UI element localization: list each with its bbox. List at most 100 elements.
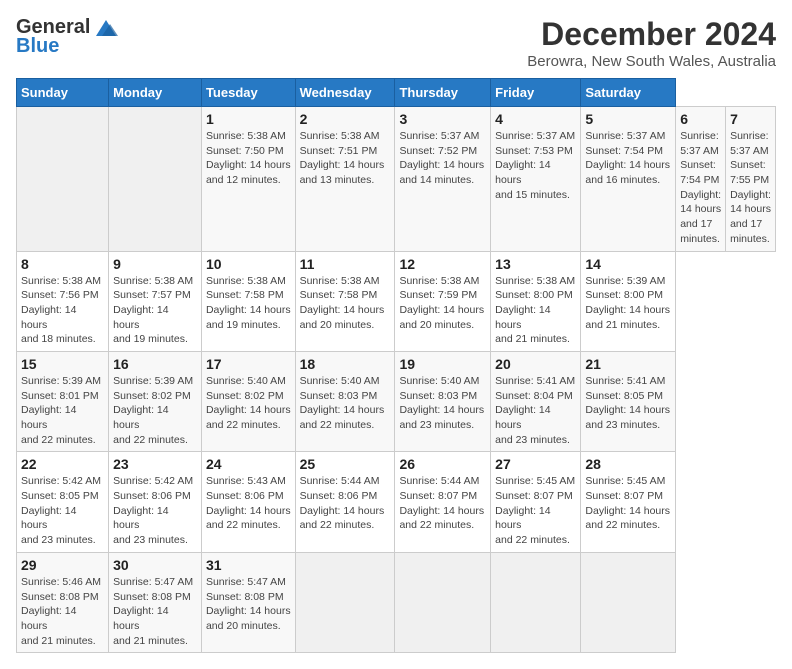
day-info: Sunrise: 5:44 AMSunset: 8:07 PMDaylight:… <box>399 474 486 533</box>
day-info: Sunrise: 5:38 AMSunset: 7:56 PMDaylight:… <box>21 274 104 347</box>
day-number: 12 <box>399 256 486 272</box>
day-info: Sunrise: 5:38 AMSunset: 7:59 PMDaylight:… <box>399 274 486 333</box>
day-number: 1 <box>206 111 291 127</box>
day-number: 7 <box>730 111 771 127</box>
empty-cell <box>17 107 109 252</box>
day-info: Sunrise: 5:42 AMSunset: 8:06 PMDaylight:… <box>113 474 197 547</box>
header: General Blue December 2024 Berowra, New … <box>16 16 776 70</box>
day-info: Sunrise: 5:38 AMSunset: 7:58 PMDaylight:… <box>206 274 291 333</box>
calendar-cell: 4 Sunrise: 5:37 AMSunset: 7:53 PMDayligh… <box>491 107 581 252</box>
month-title: December 2024 <box>527 16 776 53</box>
day-number: 28 <box>585 456 671 472</box>
header-cell-tuesday: Tuesday <box>201 79 295 107</box>
day-info: Sunrise: 5:45 AMSunset: 8:07 PMDaylight:… <box>585 474 671 533</box>
empty-cell <box>109 107 202 252</box>
day-number: 24 <box>206 456 291 472</box>
day-number: 11 <box>300 256 391 272</box>
day-number: 13 <box>495 256 576 272</box>
header-cell-wednesday: Wednesday <box>295 79 395 107</box>
day-info: Sunrise: 5:38 AMSunset: 8:00 PMDaylight:… <box>495 274 576 347</box>
calendar-cell: 17 Sunrise: 5:40 AMSunset: 8:02 PMDaylig… <box>201 351 295 451</box>
day-number: 15 <box>21 356 104 372</box>
header-cell-thursday: Thursday <box>395 79 491 107</box>
day-number: 6 <box>680 111 721 127</box>
day-info: Sunrise: 5:38 AMSunset: 7:51 PMDaylight:… <box>300 129 391 188</box>
calendar-cell: 16 Sunrise: 5:39 AMSunset: 8:02 PMDaylig… <box>109 351 202 451</box>
day-info: Sunrise: 5:43 AMSunset: 8:06 PMDaylight:… <box>206 474 291 533</box>
calendar-cell: 2 Sunrise: 5:38 AMSunset: 7:51 PMDayligh… <box>295 107 395 252</box>
day-info: Sunrise: 5:47 AMSunset: 8:08 PMDaylight:… <box>206 575 291 634</box>
calendar-cell: 19 Sunrise: 5:40 AMSunset: 8:03 PMDaylig… <box>395 351 491 451</box>
header-cell-saturday: Saturday <box>581 79 676 107</box>
day-info: Sunrise: 5:39 AMSunset: 8:01 PMDaylight:… <box>21 374 104 447</box>
day-info: Sunrise: 5:41 AMSunset: 8:05 PMDaylight:… <box>585 374 671 433</box>
calendar-cell: 30 Sunrise: 5:47 AMSunset: 8:08 PMDaylig… <box>109 552 202 652</box>
day-info: Sunrise: 5:38 AMSunset: 7:58 PMDaylight:… <box>300 274 391 333</box>
calendar-cell: 29 Sunrise: 5:46 AMSunset: 8:08 PMDaylig… <box>17 552 109 652</box>
week-row-5: 29 Sunrise: 5:46 AMSunset: 8:08 PMDaylig… <box>17 552 776 652</box>
calendar-cell: 15 Sunrise: 5:39 AMSunset: 8:01 PMDaylig… <box>17 351 109 451</box>
day-number: 8 <box>21 256 104 272</box>
header-cell-friday: Friday <box>491 79 581 107</box>
calendar-cell <box>395 552 491 652</box>
calendar-cell: 31 Sunrise: 5:47 AMSunset: 8:08 PMDaylig… <box>201 552 295 652</box>
calendar-cell: 26 Sunrise: 5:44 AMSunset: 8:07 PMDaylig… <box>395 452 491 552</box>
calendar-cell: 5 Sunrise: 5:37 AMSunset: 7:54 PMDayligh… <box>581 107 676 252</box>
calendar-cell <box>295 552 395 652</box>
calendar-cell: 20 Sunrise: 5:41 AMSunset: 8:04 PMDaylig… <box>491 351 581 451</box>
day-info: Sunrise: 5:40 AMSunset: 8:03 PMDaylight:… <box>300 374 391 433</box>
calendar-cell: 14 Sunrise: 5:39 AMSunset: 8:00 PMDaylig… <box>581 251 676 351</box>
calendar-cell: 1 Sunrise: 5:38 AMSunset: 7:50 PMDayligh… <box>201 107 295 252</box>
day-info: Sunrise: 5:39 AMSunset: 8:02 PMDaylight:… <box>113 374 197 447</box>
header-row: SundayMondayTuesdayWednesdayThursdayFrid… <box>17 79 776 107</box>
location-title: Berowra, New South Wales, Australia <box>527 53 776 70</box>
calendar-cell: 27 Sunrise: 5:45 AMSunset: 8:07 PMDaylig… <box>491 452 581 552</box>
day-info: Sunrise: 5:39 AMSunset: 8:00 PMDaylight:… <box>585 274 671 333</box>
calendar-cell: 11 Sunrise: 5:38 AMSunset: 7:58 PMDaylig… <box>295 251 395 351</box>
day-info: Sunrise: 5:38 AMSunset: 7:50 PMDaylight:… <box>206 129 291 188</box>
calendar-cell: 24 Sunrise: 5:43 AMSunset: 8:06 PMDaylig… <box>201 452 295 552</box>
week-row-1: 1 Sunrise: 5:38 AMSunset: 7:50 PMDayligh… <box>17 107 776 252</box>
calendar-cell <box>581 552 676 652</box>
day-info: Sunrise: 5:42 AMSunset: 8:05 PMDaylight:… <box>21 474 104 547</box>
logo: General Blue <box>16 16 120 58</box>
day-number: 23 <box>113 456 197 472</box>
day-number: 18 <box>300 356 391 372</box>
calendar-body: 1 Sunrise: 5:38 AMSunset: 7:50 PMDayligh… <box>17 107 776 653</box>
calendar-cell: 9 Sunrise: 5:38 AMSunset: 7:57 PMDayligh… <box>109 251 202 351</box>
day-number: 2 <box>300 111 391 127</box>
day-number: 4 <box>495 111 576 127</box>
day-number: 17 <box>206 356 291 372</box>
day-info: Sunrise: 5:37 AMSunset: 7:52 PMDaylight:… <box>399 129 486 188</box>
day-info: Sunrise: 5:37 AMSunset: 7:53 PMDaylight:… <box>495 129 576 202</box>
day-number: 29 <box>21 557 104 573</box>
calendar-cell: 22 Sunrise: 5:42 AMSunset: 8:05 PMDaylig… <box>17 452 109 552</box>
day-info: Sunrise: 5:38 AMSunset: 7:57 PMDaylight:… <box>113 274 197 347</box>
day-number: 20 <box>495 356 576 372</box>
day-info: Sunrise: 5:37 AMSunset: 7:54 PMDaylight:… <box>585 129 671 188</box>
header-cell-monday: Monday <box>109 79 202 107</box>
calendar-cell: 23 Sunrise: 5:42 AMSunset: 8:06 PMDaylig… <box>109 452 202 552</box>
calendar-cell: 18 Sunrise: 5:40 AMSunset: 8:03 PMDaylig… <box>295 351 395 451</box>
day-info: Sunrise: 5:44 AMSunset: 8:06 PMDaylight:… <box>300 474 391 533</box>
calendar-cell: 13 Sunrise: 5:38 AMSunset: 8:00 PMDaylig… <box>491 251 581 351</box>
day-info: Sunrise: 5:40 AMSunset: 8:03 PMDaylight:… <box>399 374 486 433</box>
day-number: 27 <box>495 456 576 472</box>
title-area: December 2024 Berowra, New South Wales, … <box>527 16 776 70</box>
calendar-cell: 12 Sunrise: 5:38 AMSunset: 7:59 PMDaylig… <box>395 251 491 351</box>
day-info: Sunrise: 5:37 AMSunset: 7:54 PMDaylight:… <box>680 129 721 247</box>
week-row-3: 15 Sunrise: 5:39 AMSunset: 8:01 PMDaylig… <box>17 351 776 451</box>
day-number: 19 <box>399 356 486 372</box>
calendar-cell: 25 Sunrise: 5:44 AMSunset: 8:06 PMDaylig… <box>295 452 395 552</box>
day-number: 14 <box>585 256 671 272</box>
day-number: 3 <box>399 111 486 127</box>
calendar-cell: 6 Sunrise: 5:37 AMSunset: 7:54 PMDayligh… <box>676 107 726 252</box>
day-number: 25 <box>300 456 391 472</box>
week-row-2: 8 Sunrise: 5:38 AMSunset: 7:56 PMDayligh… <box>17 251 776 351</box>
calendar-cell: 3 Sunrise: 5:37 AMSunset: 7:52 PMDayligh… <box>395 107 491 252</box>
calendar-table: SundayMondayTuesdayWednesdayThursdayFrid… <box>16 78 776 653</box>
calendar-cell: 7 Sunrise: 5:37 AMSunset: 7:55 PMDayligh… <box>726 107 776 252</box>
calendar-cell: 28 Sunrise: 5:45 AMSunset: 8:07 PMDaylig… <box>581 452 676 552</box>
week-row-4: 22 Sunrise: 5:42 AMSunset: 8:05 PMDaylig… <box>17 452 776 552</box>
calendar-header: SundayMondayTuesdayWednesdayThursdayFrid… <box>17 79 776 107</box>
